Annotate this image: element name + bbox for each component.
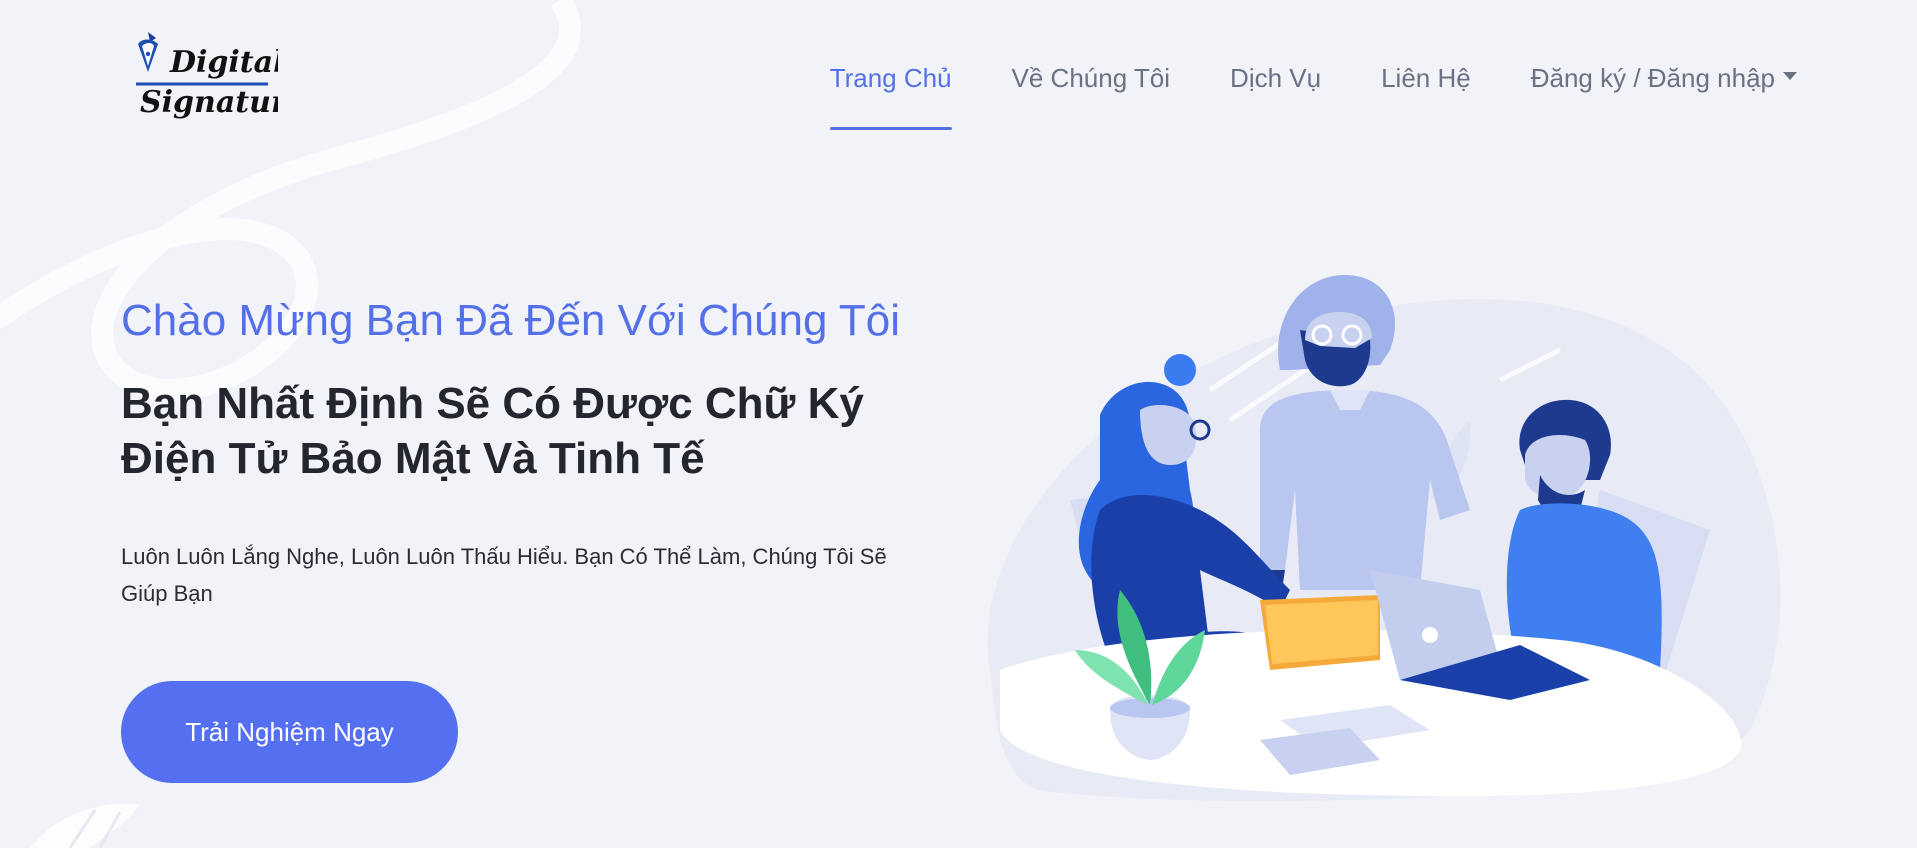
nav-item-label: Trang Chủ (829, 62, 952, 93)
brand-logo[interactable]: Digital Signature (128, 28, 306, 123)
logo-text-line2: Signature (140, 85, 278, 120)
try-now-button[interactable]: Trải Nghiệm Ngay (121, 681, 458, 783)
nav-item-account-dropdown[interactable]: Đăng ký / Đăng nhập (1531, 20, 1797, 130)
logo-text-line1: Digital (169, 45, 278, 80)
nav-item-services[interactable]: Dịch Vụ (1230, 20, 1321, 130)
nav-item-contact[interactable]: Liên Hệ (1381, 20, 1471, 130)
hero-section: Chào Mừng Bạn Đã Đến Với Chúng Tôi Bạn N… (121, 290, 941, 612)
nav-item-label: Về Chúng Tôi (1011, 62, 1171, 93)
caret-down-icon (1783, 72, 1797, 80)
hero-kicker: Chào Mừng Bạn Đã Đến Với Chúng Tôi (121, 296, 901, 345)
nav-item-about[interactable]: Về Chúng Tôi (1012, 20, 1171, 130)
nav-item-label: Đăng ký / Đăng nhập (1530, 62, 1775, 93)
nav-item-home[interactable]: Trang Chủ (829, 20, 952, 130)
pen-nib-icon: Digital Signature (136, 32, 306, 120)
nav-item-label: Liên Hệ (1381, 62, 1471, 93)
hero-lead: Luôn Luôn Lắng Nghe, Luôn Luôn Thấu Hiểu… (121, 544, 887, 606)
main-nav: Trang Chủ Về Chúng Tôi Dịch Vụ Liên Hệ Đ… (829, 0, 1797, 150)
nav-item-label: Dịch Vụ (1230, 62, 1322, 93)
team-meeting-illustration (960, 250, 1800, 810)
hero-headline: Bạn Nhất Định Sẽ Có Được Chữ Ký Điện Tử … (121, 379, 864, 483)
